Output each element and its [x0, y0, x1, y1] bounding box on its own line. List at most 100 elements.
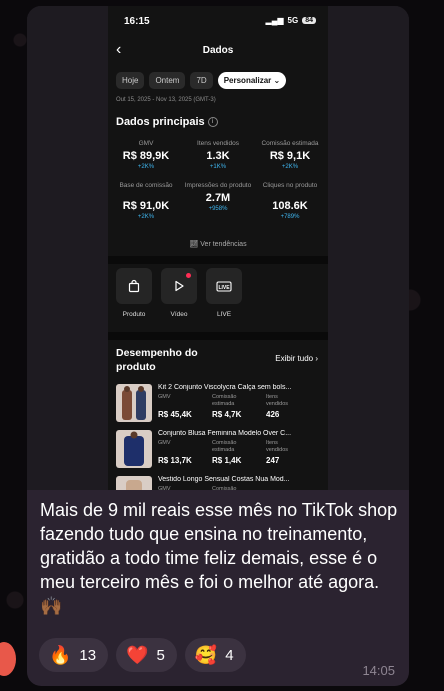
metric-label: Comissão estimada	[261, 140, 319, 147]
signal-icon: ▂▄▆	[265, 16, 284, 25]
product-name: Kit 2 Conjunto Viscolycra Calça sem bols…	[158, 384, 292, 391]
metric-change: +2K%	[137, 164, 155, 170]
column-label: Itens vendidos	[266, 394, 289, 407]
metric-label: Impressões do produto	[184, 182, 252, 189]
network-label: 5G	[287, 16, 299, 25]
header: ‹ Dados	[108, 39, 328, 63]
metric-label: Cliques no produto	[262, 182, 318, 189]
product-row[interactable]: Conjunto Blusa Feminina Modelo Over C...…	[116, 430, 326, 474]
product-items-sold: 426	[266, 410, 280, 419]
status-indicators: ▂▄▆ 5G 84	[266, 16, 316, 25]
screenshot-blur-right	[328, 6, 409, 490]
metric-change: +1K%	[209, 164, 227, 170]
metric-label: Itens vendidos	[197, 140, 239, 147]
product-commission: R$ 1,4K	[212, 456, 242, 465]
reaction-count: 13	[79, 646, 97, 664]
product-performance-title: Desempenho do produto	[116, 347, 198, 373]
chart-icon: 📈︎	[189, 241, 199, 248]
quick-action-label: Produto	[122, 311, 146, 318]
battery-icon: 84	[302, 17, 316, 24]
quick-action-live[interactable]: LIVE LIVE	[206, 268, 242, 318]
date-range: Out 15, 2025 - Nov 13, 2025 (GMT-3)	[116, 97, 216, 103]
chip-7d[interactable]: 7D	[190, 72, 213, 89]
column-label: Comissão estimada	[212, 440, 237, 453]
reaction-fire[interactable]: 🔥 13	[39, 638, 109, 672]
quick-action-label: Vídeo	[170, 311, 188, 318]
quick-action-box: LIVE	[206, 268, 242, 304]
metric-value: 1.3K	[206, 150, 230, 162]
chip-hoje[interactable]: Hoje	[116, 72, 145, 89]
metric-items-sold[interactable]: Itens vendidos 1.3K +1K%	[182, 140, 254, 170]
period-filter: Hoje Ontem 7D Personalizar ⌄	[116, 72, 287, 89]
product-name: Vestido Longo Sensual Costas Nua Mod...	[158, 476, 290, 483]
column-label: GMV	[158, 440, 171, 446]
product-thumbnail	[116, 430, 152, 468]
product-row[interactable]: Kit 2 Conjunto Viscolycra Calça sem bols…	[116, 384, 326, 428]
chevron-right-icon: ›	[315, 354, 318, 363]
metric-change: +958%	[208, 206, 228, 212]
product-thumbnail	[116, 384, 152, 422]
message-time: 14:05	[362, 663, 395, 678]
reaction-count: 5	[156, 646, 165, 664]
tiktok-shop-screen: 16:15 ▂▄▆ 5G 84 ‹ Dados Hoje Ontem 7D Pe…	[108, 6, 328, 490]
see-all-link[interactable]: Exibir tudo ›	[275, 354, 318, 363]
metric-change: +789%	[280, 214, 300, 220]
fire-icon: 🔥	[49, 644, 72, 665]
metric-value: R$ 91,0K	[122, 200, 170, 212]
quick-action-label: LIVE	[216, 311, 232, 318]
status-time: 16:15	[124, 16, 150, 27]
column-label: Itens vendidos	[266, 440, 289, 453]
quick-action-product[interactable]: Produto	[116, 268, 152, 318]
live-icon: LIVE	[216, 281, 232, 292]
product-commission: R$ 4,7K	[212, 410, 242, 419]
see-all-label: Exibir tudo	[275, 354, 314, 363]
section-divider	[108, 332, 328, 340]
chip-ontem[interactable]: Ontem	[149, 72, 186, 89]
metric-value: 108.6K	[272, 200, 308, 212]
play-icon	[175, 280, 184, 292]
chip-personalizar-label: Personalizar	[223, 76, 272, 85]
message-bubble[interactable]: 16:15 ▂▄▆ 5G 84 ‹ Dados Hoje Ontem 7D Pe…	[27, 6, 409, 686]
reaction-heart[interactable]: ❤️ 5	[116, 638, 177, 672]
reaction-count: 4	[225, 646, 234, 664]
attached-screenshot[interactable]: 16:15 ▂▄▆ 5G 84 ‹ Dados Hoje Ontem 7D Pe…	[27, 6, 409, 490]
metric-value: R$ 89,9K	[122, 150, 170, 162]
column-label: GMV	[158, 394, 171, 400]
reaction-love-face[interactable]: 🥰 4	[184, 638, 246, 672]
view-trends-link[interactable]: 📈︎ Ver tendências	[108, 240, 328, 248]
notification-dot	[186, 273, 191, 278]
metric-label: GMV	[138, 140, 154, 147]
smiling-face-hearts-icon: 🥰	[194, 644, 218, 665]
metric-value: R$ 9,1K	[269, 150, 311, 162]
main-data-title-text: Dados principais	[116, 116, 205, 128]
metric-commission-base[interactable]: Base de comissão R$ 91,0K +2K%	[110, 182, 182, 220]
section-divider	[108, 256, 328, 264]
quick-action-video[interactable]: Vídeo	[161, 268, 197, 318]
metric-label: Base de comissão	[119, 182, 173, 189]
product-name: Conjunto Blusa Feminina Modelo Over C...	[158, 430, 292, 437]
product-gmv: R$ 13,7K	[158, 456, 192, 465]
quick-action-box	[116, 268, 152, 304]
column-label: Comissão estimada	[212, 394, 237, 407]
metric-value: 2.7M	[205, 192, 231, 204]
product-items-sold: 247	[266, 456, 280, 465]
status-bar: 16:15 ▂▄▆ 5G 84	[108, 6, 328, 36]
page-title: Dados	[202, 45, 234, 56]
column-label: GMV	[158, 486, 171, 490]
metric-estimated-commission[interactable]: Comissão estimada R$ 9,1K +2K%	[254, 140, 326, 170]
reactions-bar: 🔥 13 ❤️ 5 🥰 4	[39, 638, 246, 672]
metric-product-impressions[interactable]: Impressões do produto 2.7M +958%	[182, 182, 254, 212]
info-icon[interactable]: i	[207, 117, 218, 128]
heart-icon: ❤️	[126, 644, 149, 665]
message-text: Mais de 9 mil reais esse mês no TikTok s…	[40, 500, 398, 616]
view-trends-label: Ver tendências	[200, 241, 247, 248]
main-data-title: Dados principais i	[116, 116, 218, 128]
metric-product-clicks[interactable]: Cliques no produto 108.6K +789%	[254, 182, 326, 220]
product-row[interactable]: Vestido Longo Sensual Costas Nua Mod... …	[116, 476, 326, 490]
metric-gmv[interactable]: GMV R$ 89,9K +2K%	[110, 140, 182, 170]
screenshot-blur-left	[27, 6, 108, 490]
quick-action-box	[161, 268, 197, 304]
chip-personalizar[interactable]: Personalizar ⌄	[217, 72, 287, 89]
product-thumbnail	[116, 476, 152, 490]
chevron-down-icon: ⌄	[273, 76, 281, 85]
